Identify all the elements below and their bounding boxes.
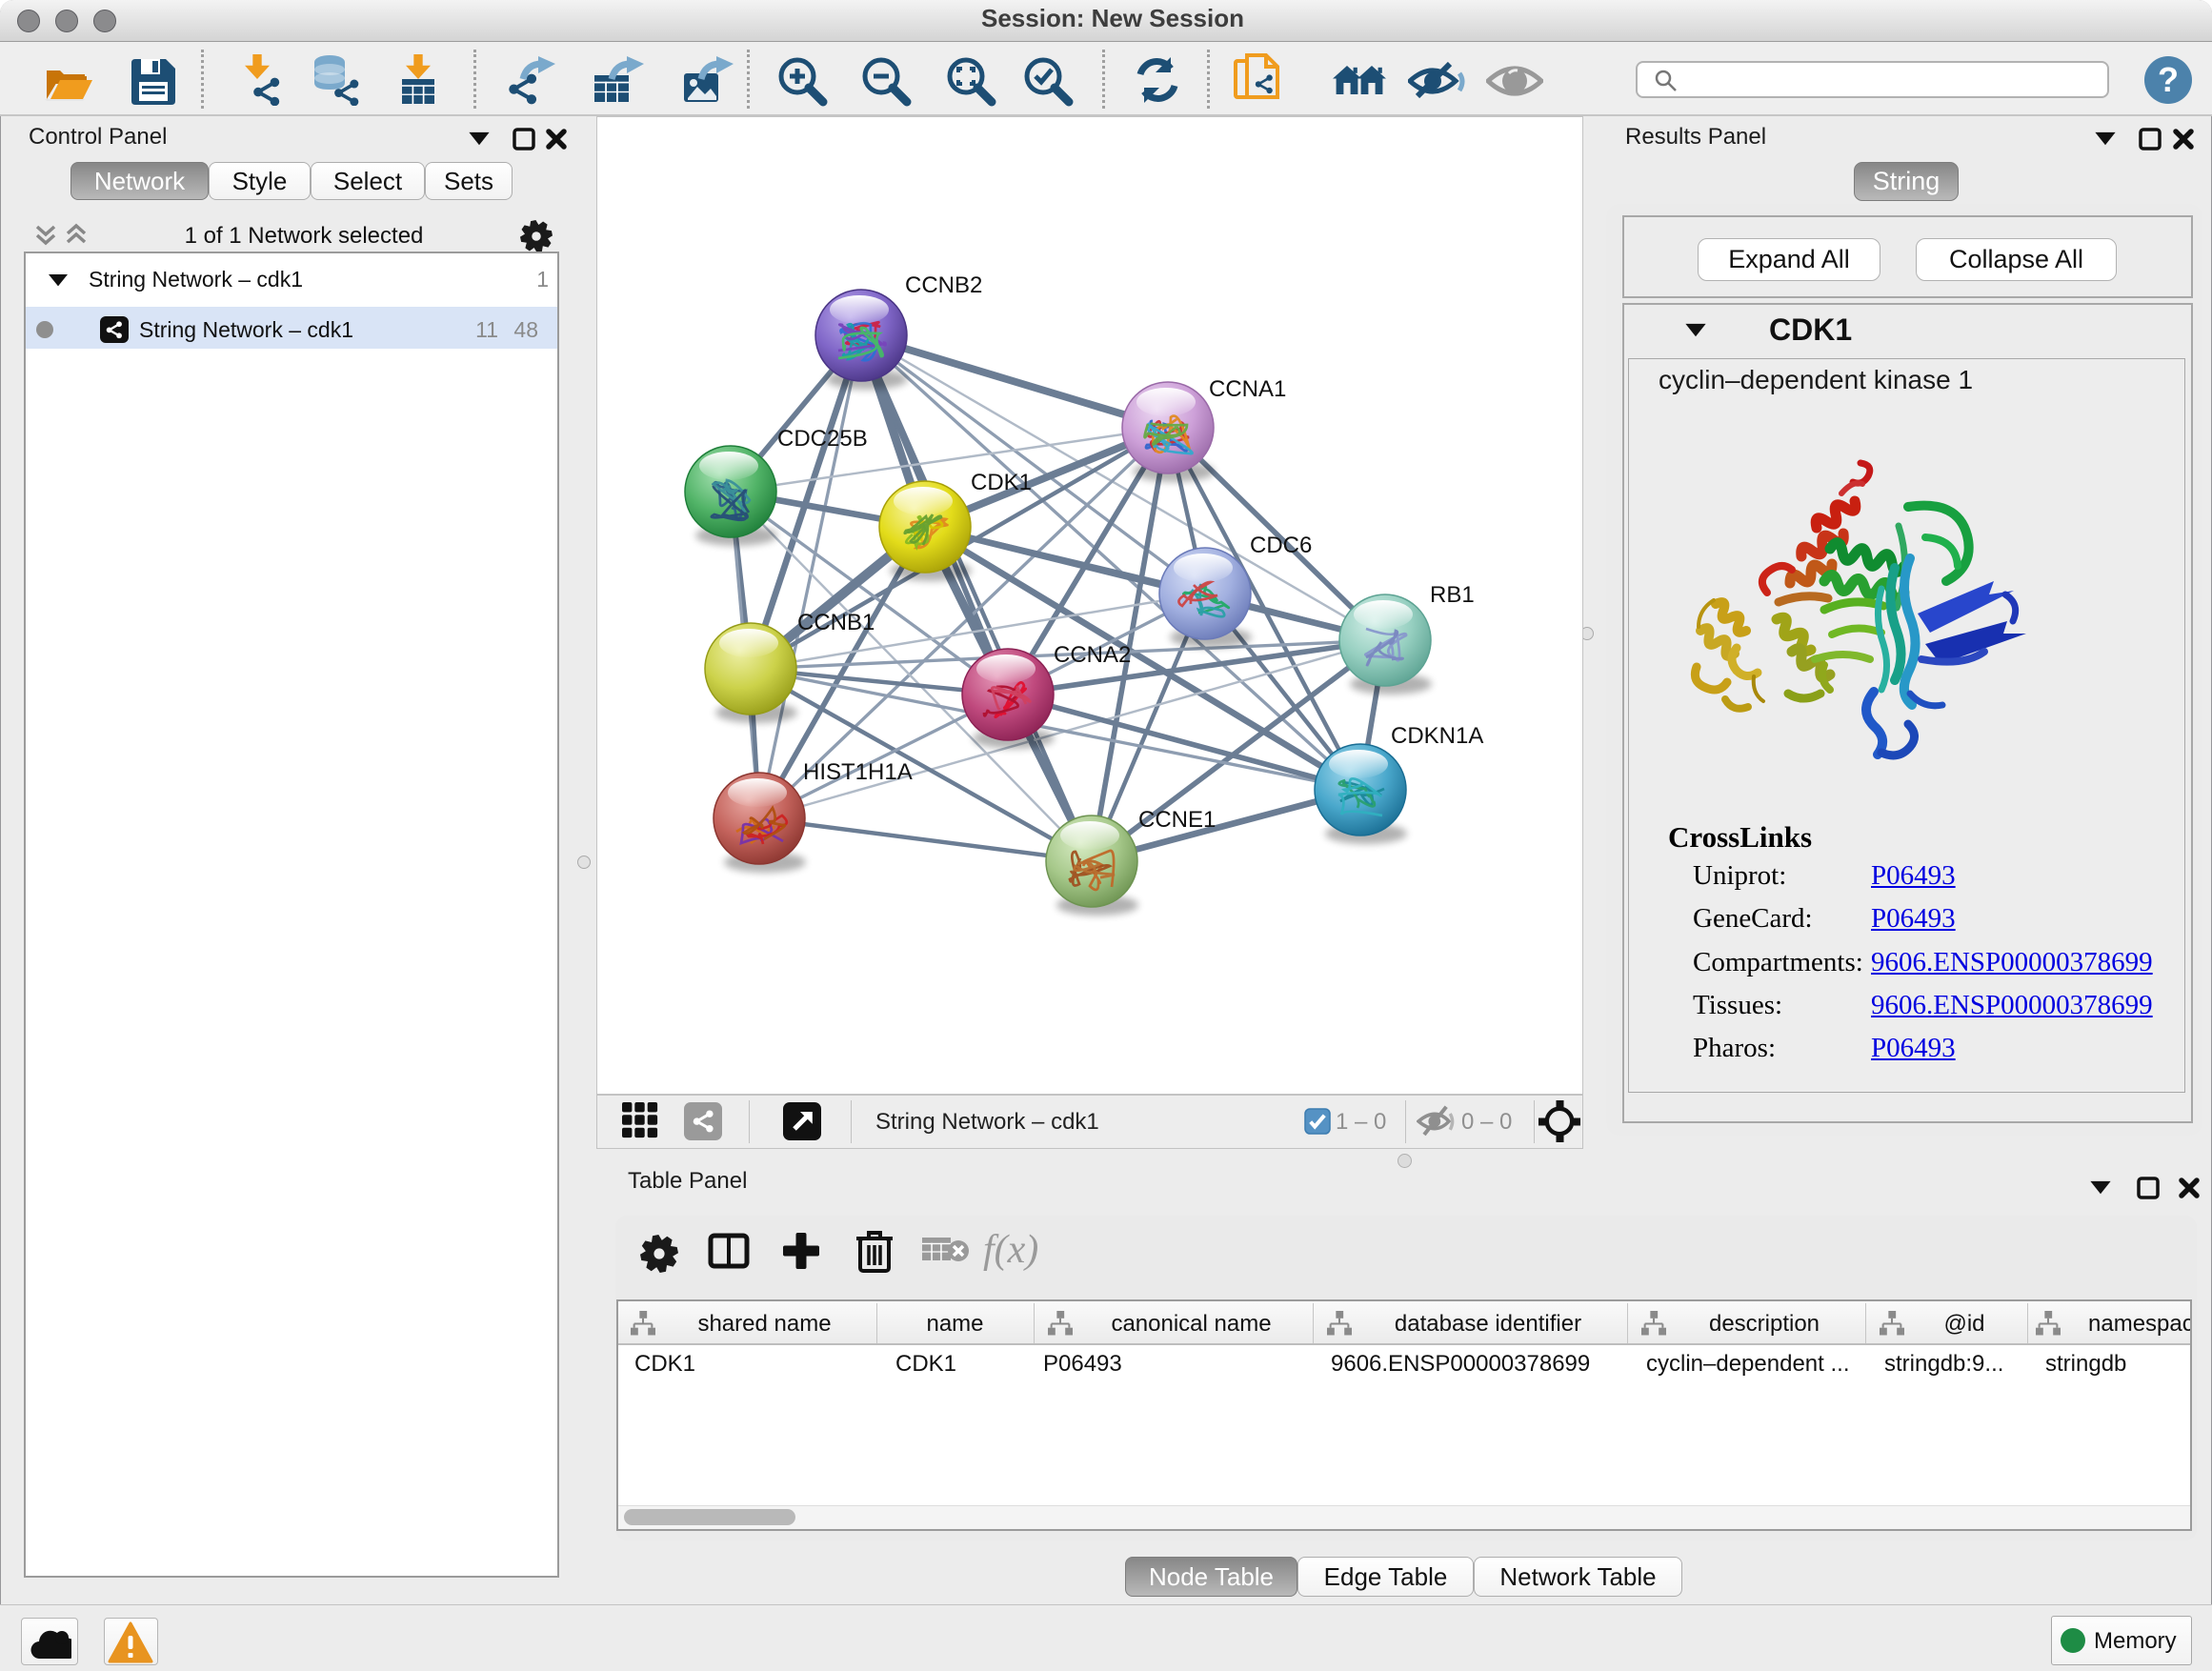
svg-text:CCNB2: CCNB2: [905, 272, 982, 298]
svg-text:CDKN1A: CDKN1A: [1391, 723, 1483, 749]
svg-text:CCNB1: CCNB1: [797, 610, 875, 635]
svg-text:CCNA2: CCNA2: [1054, 642, 1131, 668]
svg-text:CDK1: CDK1: [971, 470, 1032, 495]
svg-text:CDC25B: CDC25B: [777, 426, 868, 452]
svg-text:CCNE1: CCNE1: [1138, 807, 1216, 833]
svg-text:CDC6: CDC6: [1250, 533, 1312, 558]
svg-text:CCNA1: CCNA1: [1209, 376, 1286, 402]
svg-text:HIST1H1A: HIST1H1A: [803, 759, 913, 785]
svg-text:RB1: RB1: [1430, 582, 1475, 608]
